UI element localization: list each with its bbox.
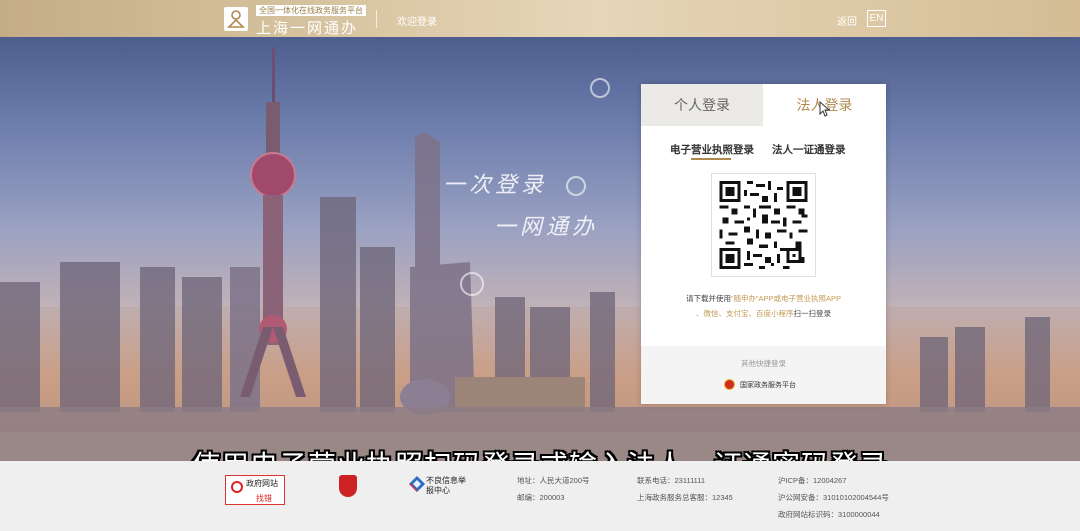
qr-hint-line-2: 、微信、支付宝、百度小程序扫一扫登录: [641, 308, 886, 319]
logo-title[interactable]: 上海一网通办: [256, 17, 358, 38]
logo-subtitle: 全国一体化在线政务服务平台: [256, 5, 366, 16]
qr-hint-text: 请下载并使用: [685, 294, 731, 303]
party-emblem-icon[interactable]: [339, 475, 357, 497]
slogan-line-1: 一次登录: [443, 173, 548, 198]
find-error-label: 找错: [256, 494, 272, 503]
login-qr-code: [711, 173, 816, 277]
footer-hotline: 上海政务服务总客服：12345: [637, 493, 733, 502]
top-bar: 全国一体化在线政务服务平台 上海一网通办 欢迎登录 返回 EN: [0, 0, 1080, 37]
footer-postcode: 邮编：200003: [517, 493, 565, 502]
mouse-cursor-icon: [819, 101, 831, 117]
header-divider: [376, 10, 377, 28]
quick-login-section: 其他快捷登录 国家政务服务平台: [641, 346, 886, 404]
quick-login-title: 其他快捷登录: [741, 359, 786, 368]
footer-address: 地址：人民大道200号: [517, 476, 590, 485]
login-tabs: 个人登录 法人登录: [641, 84, 886, 126]
report-center-icon[interactable]: [408, 475, 426, 493]
tab-one-cert-login[interactable]: 法人一证通登录: [772, 142, 846, 157]
magnifier-icon: [231, 481, 243, 493]
qr-hint-app-names: “随申办”APP或电子营业执照APP: [730, 294, 841, 303]
language-toggle-button[interactable]: EN: [867, 10, 886, 27]
gov-site-label: 政府网站: [246, 479, 278, 488]
footer-site-code: 政府网站标识码：3100000044: [778, 510, 880, 519]
hero-background: 一次登录 一网通办: [0, 37, 1080, 461]
national-platform-login-link[interactable]: 国家政务服务平台: [740, 380, 796, 390]
footer-icp[interactable]: 沪ICP备：12004267: [778, 472, 846, 489]
footer: 政府网站 找错 不良信息举报中心 地址：人民大道200号 邮编：200003 联…: [0, 461, 1080, 531]
welcome-text: 欢迎登录: [397, 17, 437, 28]
qr-hint-channels: 、微信、支付宝、百度小程序: [696, 309, 794, 318]
shanghai-skyline-illustration: [0, 47, 1080, 461]
footer-police-record[interactable]: 沪公网安备：31010102004544号: [778, 489, 889, 506]
tab-business-license-login[interactable]: 电子营业执照登录: [670, 142, 754, 157]
back-link[interactable]: 返回: [837, 13, 857, 28]
footer-phone: 联系电话：23111111: [637, 476, 706, 485]
report-center-label[interactable]: 不良信息举报中心: [426, 476, 471, 496]
gov-site-error-report-badge[interactable]: 政府网站 找错: [225, 475, 285, 505]
national-emblem-icon[interactable]: [724, 379, 735, 390]
qr-hint-action: 扫一扫登录: [793, 309, 832, 318]
slogan-line-2: 一网通办: [494, 215, 599, 240]
qr-hint-line-1: 请下载并使用“随申办”APP或电子营业执照APP: [641, 293, 886, 304]
login-card: 个人登录 法人登录 电子营业执照登录 法人一证通登录 请下载并使用“随申办”AP…: [641, 84, 886, 404]
qr-code-icon: [719, 181, 808, 269]
site-logo-icon[interactable]: [224, 7, 248, 31]
active-subtab-indicator: [691, 158, 731, 160]
tab-personal-login[interactable]: 个人登录: [641, 84, 763, 126]
